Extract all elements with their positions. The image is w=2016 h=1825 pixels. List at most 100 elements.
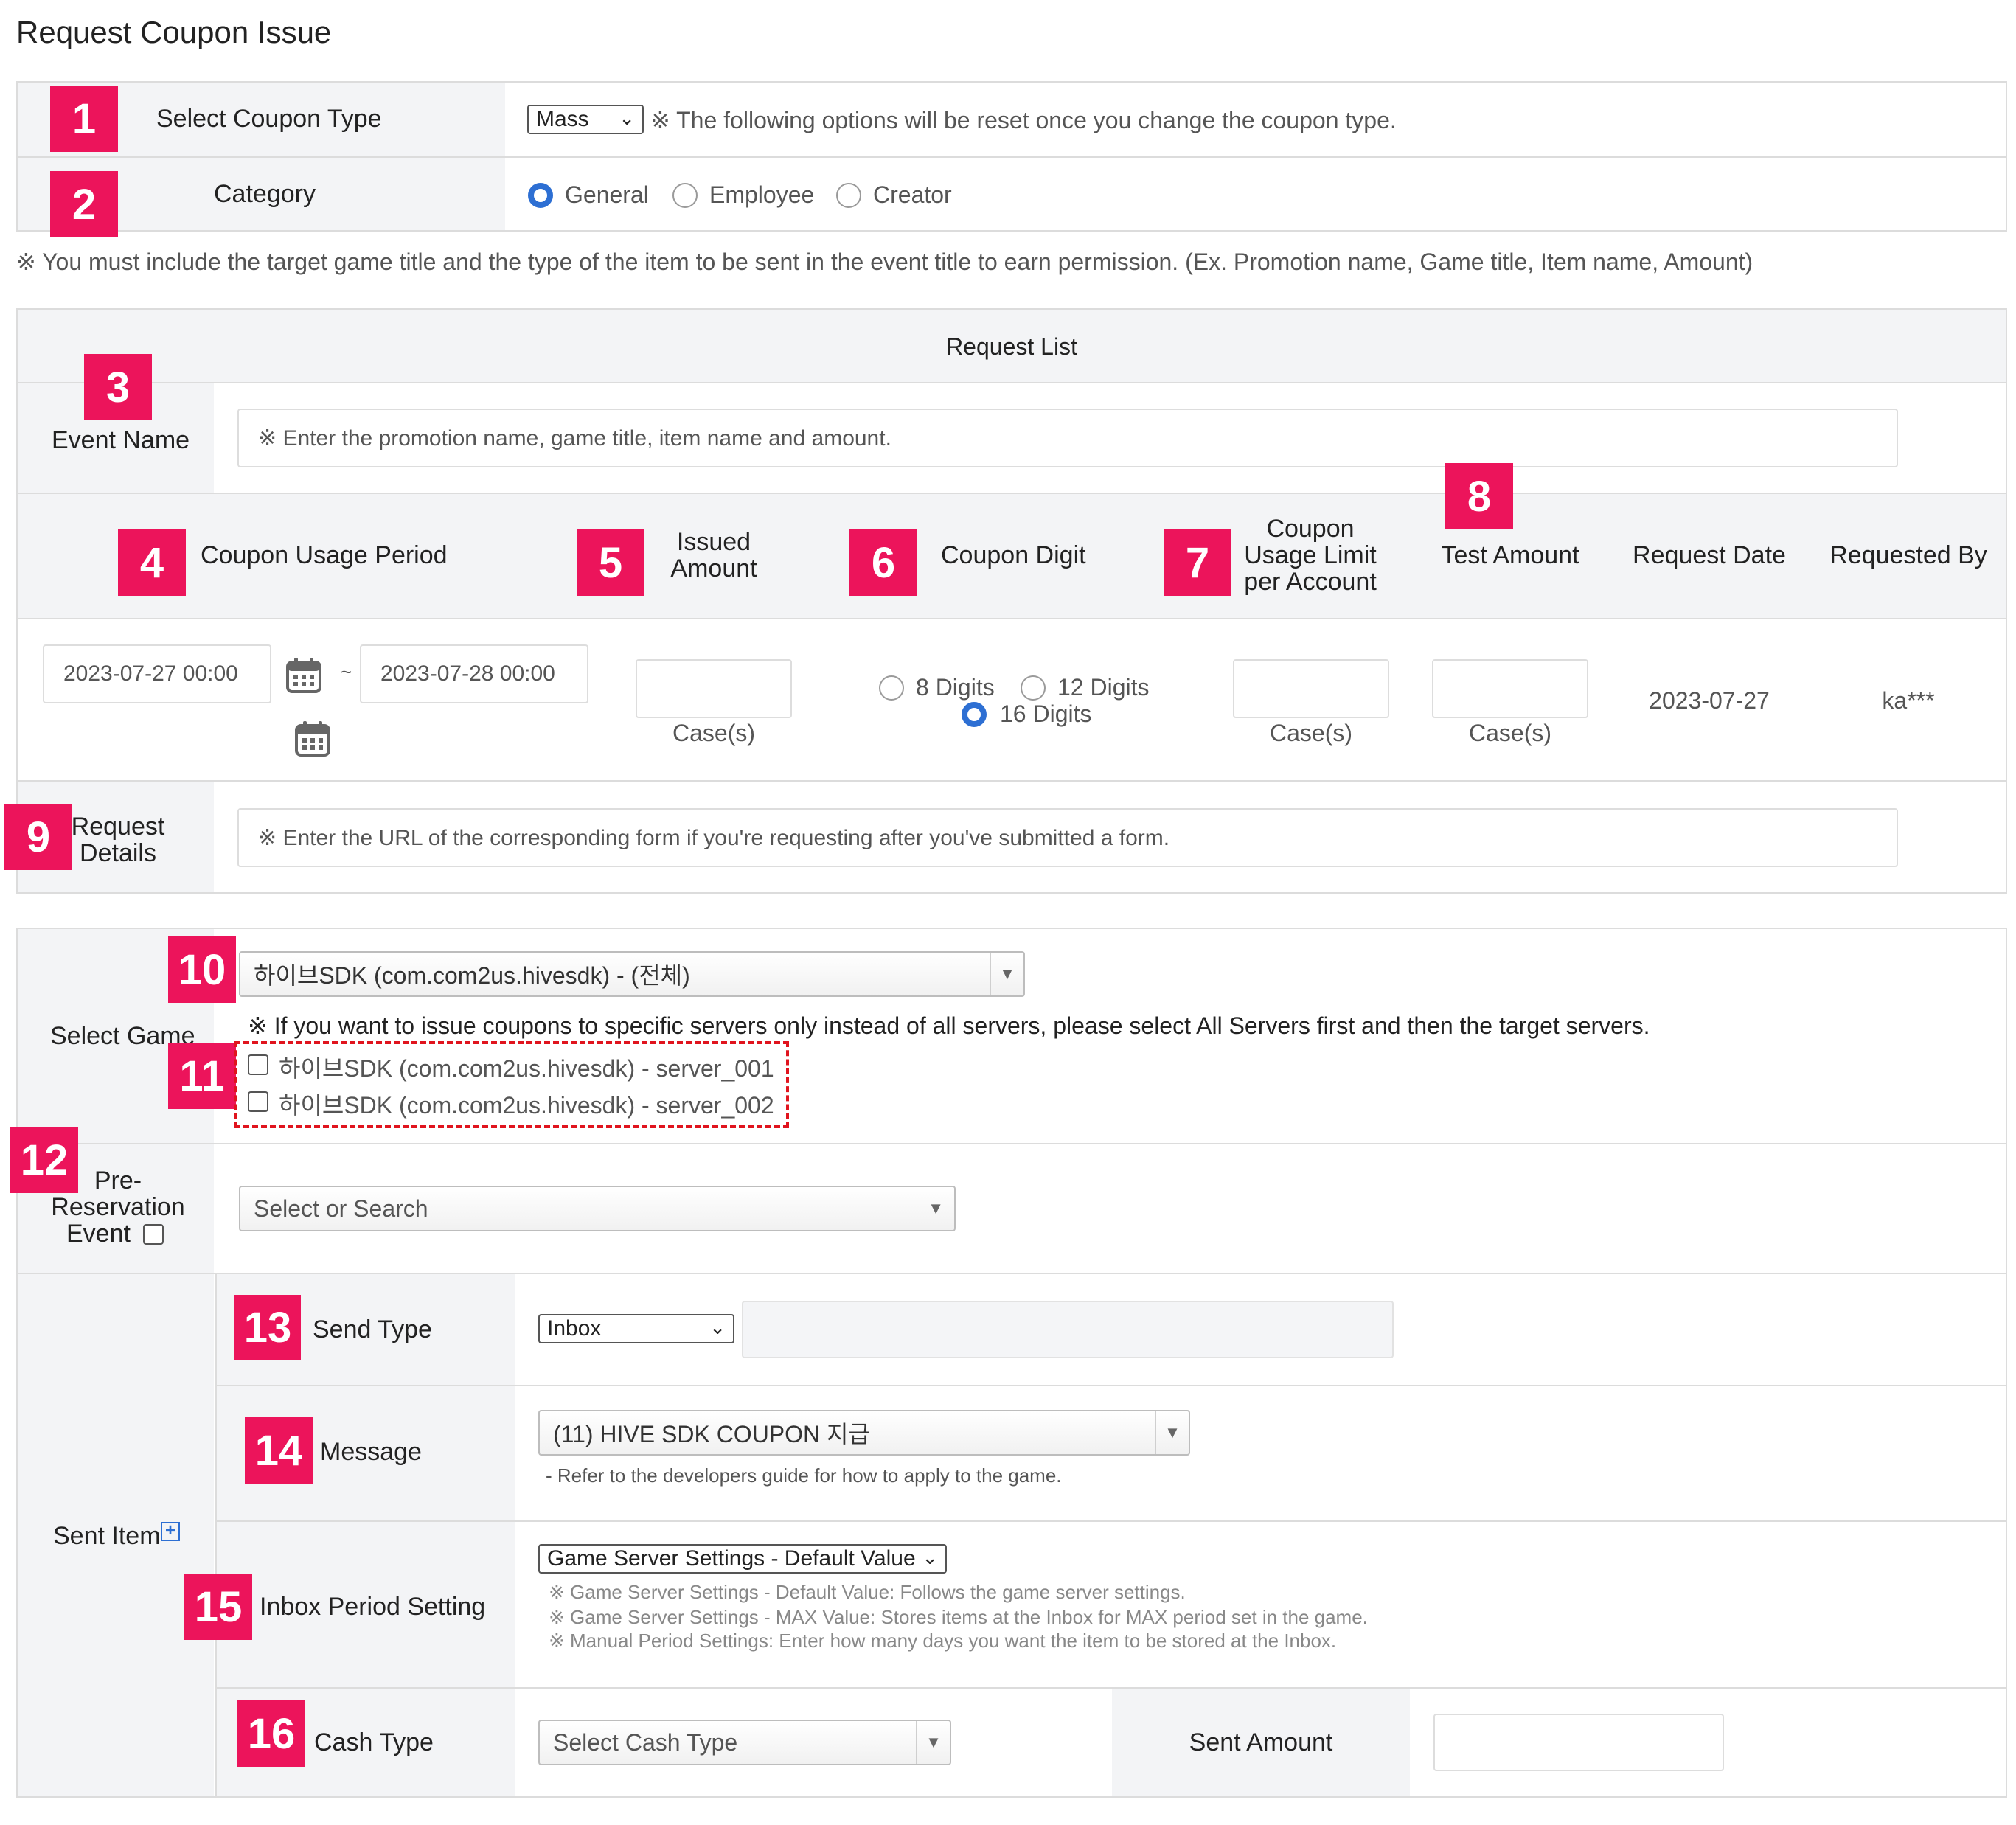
inbox-note-1: ※ Game Server Settings - Default Value: … bbox=[549, 1581, 1186, 1603]
divider bbox=[217, 1385, 2007, 1386]
event-name-input[interactable]: ※ Enter the promotion name, game title, … bbox=[237, 409, 1898, 467]
inbox-note-2: ※ Game Server Settings - MAX Value: Stor… bbox=[549, 1606, 1368, 1628]
col-coupon-digit: Coupon Digit bbox=[941, 541, 1086, 569]
usage-limit-unit: Case(s) bbox=[1269, 720, 1352, 746]
divider bbox=[16, 780, 2007, 782]
pre-reservation-placeholder: Select or Search bbox=[254, 1195, 428, 1222]
col-request-date: Request Date bbox=[1633, 541, 1786, 569]
pre-reservation-label-2: Reservation bbox=[51, 1193, 185, 1221]
test-amount-input[interactable] bbox=[1432, 659, 1588, 718]
pre-reservation-checkbox[interactable] bbox=[143, 1224, 164, 1245]
chevron-down-icon: ▼ bbox=[916, 1721, 950, 1764]
badge-13: 13 bbox=[234, 1295, 301, 1360]
divider bbox=[16, 308, 2007, 310]
send-type-value: Inbox bbox=[547, 1316, 602, 1341]
pre-reservation-select[interactable]: Select or Search ▼ bbox=[239, 1186, 956, 1231]
usage-limit-input[interactable] bbox=[1233, 659, 1389, 718]
send-type-extra-field[interactable] bbox=[742, 1301, 1394, 1358]
col-issued-amount-2: Amount bbox=[670, 555, 757, 583]
category-label: Category bbox=[214, 180, 316, 208]
message-value: (11) HIVE SDK COUPON 지급 bbox=[553, 1421, 870, 1447]
divider bbox=[16, 81, 18, 232]
col-usage-limit-2: Usage Limit bbox=[1244, 541, 1377, 569]
issued-amount-unit: Case(s) bbox=[672, 720, 755, 746]
pre-reservation-label-1: Pre- bbox=[94, 1167, 142, 1195]
badge-14: 14 bbox=[245, 1417, 313, 1484]
badge-11: 11 bbox=[168, 1043, 236, 1109]
coupon-type-value: Mass bbox=[536, 107, 589, 131]
chevron-down-icon: ⌄ bbox=[922, 1546, 938, 1568]
category-option-creator: Creator bbox=[873, 181, 952, 208]
issued-amount-input[interactable] bbox=[636, 659, 792, 718]
inbox-note-3: ※ Manual Period Settings: Enter how many… bbox=[549, 1630, 1337, 1652]
col-test-amount: Test Amount bbox=[1441, 541, 1579, 569]
divider bbox=[2006, 81, 2007, 232]
game-select[interactable]: 하이브SDK (com.com2us.hivesdk) - (전체) ▼ bbox=[239, 951, 1025, 997]
request-list-title: Request List bbox=[946, 333, 1077, 360]
chevron-down-icon: ▼ bbox=[990, 953, 1023, 995]
test-amount-unit: Case(s) bbox=[1468, 720, 1551, 746]
sent-amount-label: Sent Amount bbox=[1189, 1728, 1333, 1756]
request-details-label-2: Details bbox=[80, 839, 156, 867]
digit-option-16: 16 Digits bbox=[1000, 701, 1092, 727]
badge-10: 10 bbox=[168, 936, 236, 1003]
event-name-label: Event Name bbox=[52, 426, 190, 454]
plus-square-icon[interactable]: + bbox=[161, 1522, 180, 1541]
sent-item-label: Sent Item bbox=[53, 1522, 161, 1550]
divider bbox=[16, 928, 18, 1798]
request-date-value: 2023-07-27 bbox=[1649, 687, 1770, 714]
category-radio-employee[interactable] bbox=[672, 183, 698, 208]
calendar-icon[interactable] bbox=[285, 656, 323, 695]
send-type-label: Send Type bbox=[313, 1315, 432, 1343]
message-note: - Refer to the developers guide for how … bbox=[546, 1464, 1062, 1487]
digit-option-8: 8 Digits bbox=[916, 674, 995, 701]
coupon-type-label: Select Coupon Type bbox=[156, 105, 382, 133]
badge-15: 15 bbox=[184, 1574, 252, 1640]
message-select[interactable]: (11) HIVE SDK COUPON 지급 ▼ bbox=[538, 1410, 1190, 1456]
divider bbox=[16, 892, 2007, 894]
digit-radio-8[interactable] bbox=[879, 675, 904, 701]
divider bbox=[2006, 308, 2007, 894]
server-checkbox-001[interactable] bbox=[248, 1054, 268, 1075]
inbox-period-select[interactable]: Game Server Settings - Default Value ⌄ bbox=[538, 1544, 947, 1574]
coupon-type-select[interactable]: Mass ⌄ bbox=[527, 105, 644, 134]
divider bbox=[16, 1143, 2007, 1144]
col-issued-amount-1: Issued bbox=[676, 528, 751, 556]
digit-radio-16[interactable] bbox=[962, 702, 987, 727]
divider bbox=[16, 928, 2007, 929]
calendar-icon[interactable] bbox=[293, 720, 332, 758]
message-label: Message bbox=[320, 1438, 422, 1466]
digit-radio-12[interactable] bbox=[1021, 675, 1046, 701]
send-type-select[interactable]: Inbox ⌄ bbox=[538, 1314, 734, 1343]
server-option-001: 하이브SDK (com.com2us.hivesdk) - server_001 bbox=[279, 1055, 774, 1082]
category-radio-creator[interactable] bbox=[836, 183, 861, 208]
permission-notice: ※ You must include the target game title… bbox=[16, 248, 1753, 275]
sent-amount-input[interactable] bbox=[1433, 1714, 1724, 1771]
date-separator: ~ bbox=[341, 661, 352, 683]
badge-6: 6 bbox=[849, 529, 917, 596]
badge-1: 1 bbox=[50, 86, 118, 152]
request-details-input[interactable]: ※ Enter the URL of the corresponding for… bbox=[237, 808, 1898, 867]
start-date-input[interactable]: 2023-07-27 00:00 bbox=[43, 644, 271, 703]
pre-reservation-label-3: Event bbox=[66, 1220, 131, 1248]
divider bbox=[16, 1796, 2007, 1798]
server-option-002: 하이브SDK (com.com2us.hivesdk) - server_002 bbox=[279, 1092, 774, 1119]
coupon-type-note: ※ The following options will be reset on… bbox=[650, 107, 1397, 133]
col-usage-limit-3: per Account bbox=[1244, 568, 1377, 596]
game-select-value: 하이브SDK (com.com2us.hivesdk) - (전체) bbox=[254, 962, 690, 989]
inbox-period-label: Inbox Period Setting bbox=[260, 1593, 486, 1621]
cash-type-select[interactable]: Select Cash Type ▼ bbox=[538, 1720, 951, 1765]
divider bbox=[16, 618, 2007, 619]
cash-type-label: Cash Type bbox=[314, 1728, 434, 1756]
category-radio-general[interactable] bbox=[528, 183, 553, 208]
divider bbox=[16, 156, 2007, 158]
category-option-general: General bbox=[565, 181, 649, 208]
end-date-input[interactable]: 2023-07-28 00:00 bbox=[360, 644, 588, 703]
inbox-period-value: Game Server Settings - Default Value bbox=[547, 1546, 916, 1571]
page-title: Request Coupon Issue bbox=[16, 15, 332, 49]
badge-16: 16 bbox=[237, 1700, 305, 1767]
chevron-down-icon: ▼ bbox=[928, 1199, 944, 1217]
badge-5: 5 bbox=[577, 529, 644, 596]
chevron-down-icon: ⌄ bbox=[709, 1316, 726, 1338]
server-checkbox-002[interactable] bbox=[248, 1091, 268, 1112]
